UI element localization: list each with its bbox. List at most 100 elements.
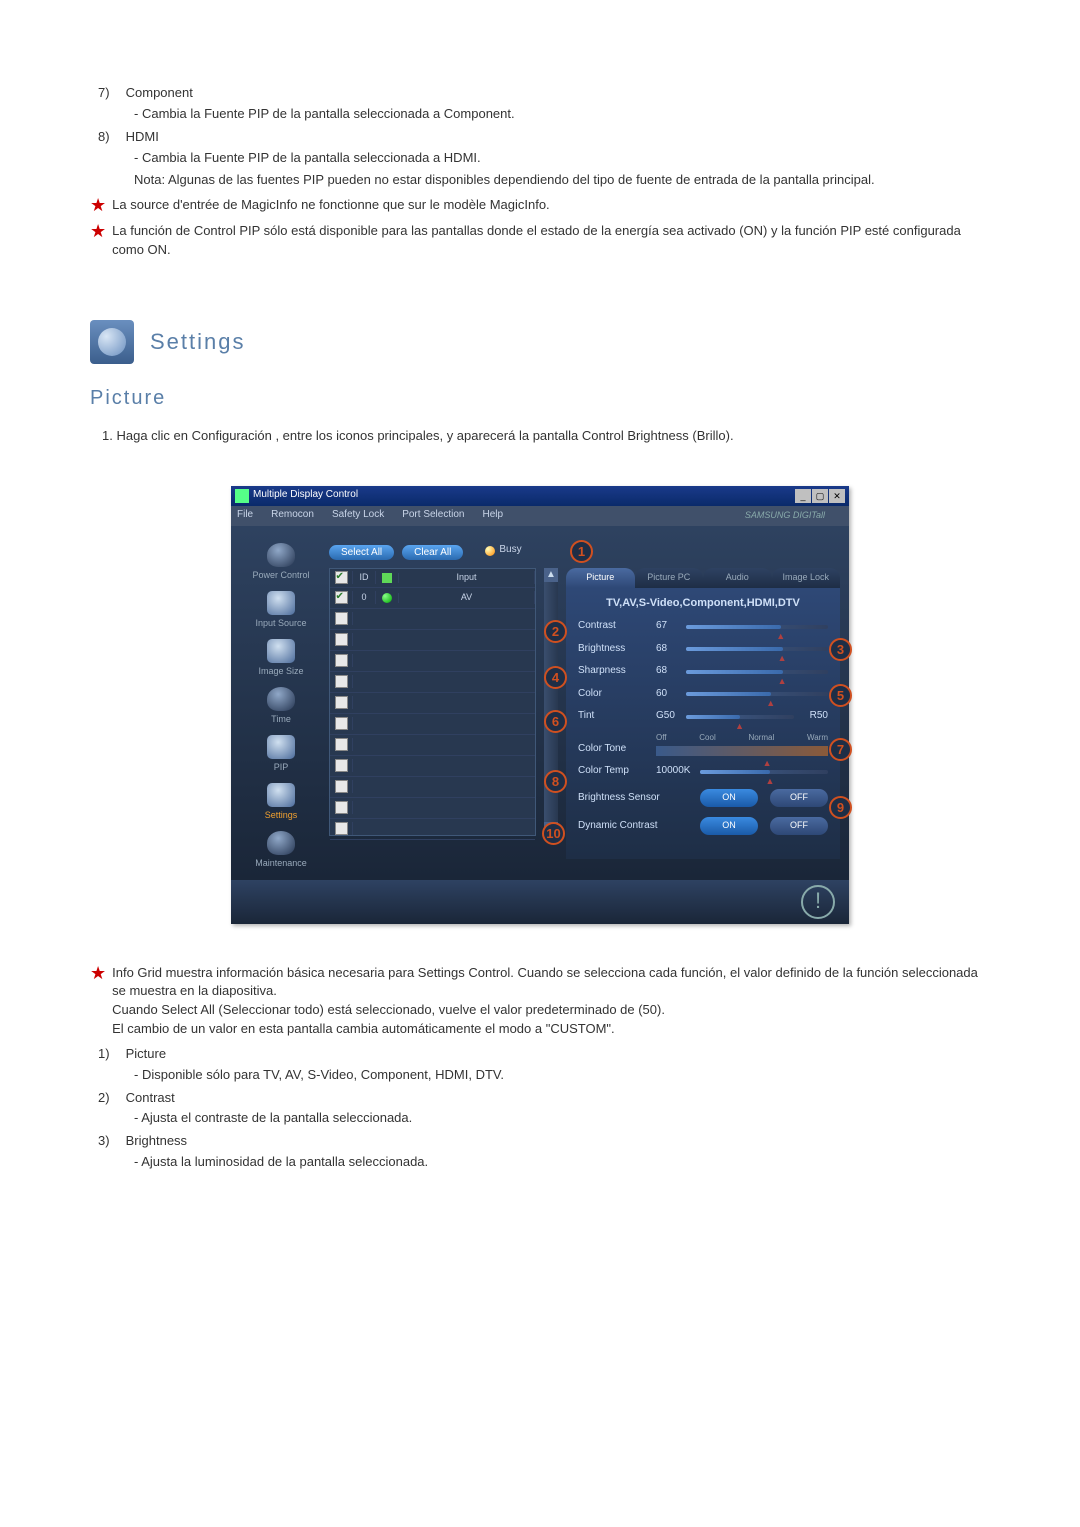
sidebar: Power Control Input Source Image Size Ti… <box>241 540 321 870</box>
scrollbar[interactable]: ▲ ▼ <box>544 568 558 836</box>
slider-value: 68 <box>656 664 686 679</box>
intro-line: 1. Haga clic en Configuración , entre lo… <box>102 427 990 446</box>
footnote-text: Info Grid muestra información básica nec… <box>112 964 990 1039</box>
status-on-icon <box>382 593 392 603</box>
checkbox[interactable] <box>335 801 348 814</box>
select-all-button[interactable]: Select All <box>329 543 394 558</box>
sidebar-item-maintenance[interactable]: Maintenance <box>241 828 321 870</box>
slider-value-left: G50 <box>656 709 686 724</box>
color-temp-slider[interactable]: Color Temp 10000K <box>578 764 828 779</box>
menu-port-selection[interactable]: Port Selection <box>402 508 464 523</box>
off-button[interactable]: OFF <box>770 789 828 807</box>
table-row[interactable] <box>330 630 535 651</box>
minimize-button[interactable]: _ <box>795 489 811 503</box>
info-icon[interactable]: ! <box>801 885 835 919</box>
tab-audio[interactable]: Audio <box>703 568 772 588</box>
on-button[interactable]: ON <box>700 817 758 835</box>
color-slider[interactable]: Color 60 <box>578 687 828 702</box>
table-row[interactable] <box>330 798 535 819</box>
item-number: 7) <box>98 84 122 103</box>
tabs: Picture Picture PC Audio Image Lock <box>566 568 840 588</box>
sidebar-item-input-source[interactable]: Input Source <box>241 588 321 630</box>
tab-picture-pc[interactable]: Picture PC <box>635 568 704 588</box>
off-button[interactable]: OFF <box>770 817 828 835</box>
tint-slider[interactable]: Tint G50 R50 <box>578 709 828 724</box>
menu-safety-lock[interactable]: Safety Lock <box>332 508 384 523</box>
busy-label: Busy <box>499 543 521 558</box>
maximize-button[interactable]: ▢ <box>812 489 828 503</box>
table-row[interactable] <box>330 651 535 672</box>
on-button[interactable]: ON <box>700 789 758 807</box>
sidebar-item-power[interactable]: Power Control <box>241 540 321 582</box>
grid-header: ID Input <box>330 569 535 588</box>
table-row[interactable] <box>330 735 535 756</box>
table-row[interactable] <box>330 609 535 630</box>
table-row[interactable] <box>330 693 535 714</box>
tab-picture[interactable]: Picture <box>566 568 635 588</box>
callout-8: 8 <box>544 770 567 793</box>
brightness-slider[interactable]: Brightness 68 <box>578 642 828 657</box>
callout-6: 6 <box>544 710 567 733</box>
color-tone-row[interactable]: Color Tone Off Cool Normal Warm <box>578 732 828 757</box>
item-desc: Disponible sólo para TV, AV, S-Video, Co… <box>134 1066 990 1085</box>
sidebar-label: Input Source <box>255 617 306 630</box>
col-input: Input <box>399 571 535 584</box>
tone-opt: Warm <box>807 732 828 744</box>
checkbox[interactable] <box>335 696 348 709</box>
checkbox[interactable] <box>335 612 348 625</box>
sidebar-item-time[interactable]: Time <box>241 684 321 726</box>
checkbox[interactable] <box>335 780 348 793</box>
sidebar-label: Image Size <box>258 665 303 678</box>
slider-value: 67 <box>656 619 686 634</box>
sidebar-label: Maintenance <box>255 857 307 870</box>
close-button[interactable]: ✕ <box>829 489 845 503</box>
sidebar-item-pip[interactable]: PIP <box>241 732 321 774</box>
note-text: Nota: Algunas de las fuentes PIP pueden … <box>134 171 990 190</box>
checkbox[interactable] <box>335 654 348 667</box>
scroll-up-button[interactable]: ▲ <box>544 568 558 582</box>
menu-help[interactable]: Help <box>482 508 503 523</box>
list-item: 1) Picture Disponible sólo para TV, AV, … <box>98 1045 990 1085</box>
intro-text: Haga clic en Configuración , entre los i… <box>116 428 733 443</box>
callout-4: 4 <box>544 666 567 689</box>
clear-all-button[interactable]: Clear All <box>402 543 463 558</box>
footnote-line: Cuando Select All (Seleccionar todo) est… <box>112 1001 990 1020</box>
footnote-line: Info Grid muestra información básica nec… <box>112 964 990 1002</box>
list-item: 2) Contrast Ajusta el contraste de la pa… <box>98 1089 990 1129</box>
section-header: Settings <box>90 320 990 364</box>
slider-value-right: R50 <box>798 709 828 724</box>
menu-remocon[interactable]: Remocon <box>271 508 314 523</box>
table-row[interactable] <box>330 777 535 798</box>
sharpness-slider[interactable]: Sharpness 68 <box>578 664 828 679</box>
slider-value: 10000K <box>656 764 700 779</box>
power-icon <box>267 543 295 567</box>
table-row[interactable]: 0 AV <box>330 588 535 609</box>
checkbox[interactable] <box>335 633 348 646</box>
tab-image-lock[interactable]: Image Lock <box>772 568 841 588</box>
sidebar-item-image-size[interactable]: Image Size <box>241 636 321 678</box>
sidebar-item-settings[interactable]: Settings <box>241 780 321 822</box>
checkbox[interactable] <box>335 675 348 688</box>
callout-5: 5 <box>829 684 852 707</box>
checkbox[interactable] <box>335 591 348 604</box>
table-row[interactable] <box>330 714 535 735</box>
star-icon: ★ <box>90 964 106 1039</box>
footnote-text: La función de Control PIP sólo está disp… <box>112 222 990 260</box>
list-item: 8) HDMI Cambia la Fuente PIP de la panta… <box>98 128 990 191</box>
menu-file[interactable]: File <box>237 508 253 523</box>
table-row[interactable] <box>330 819 535 840</box>
slider-label: Tint <box>578 709 656 724</box>
checkbox[interactable] <box>335 717 348 730</box>
table-row[interactable] <box>330 756 535 777</box>
item-label: HDMI <box>126 129 159 144</box>
checkbox[interactable] <box>335 571 348 584</box>
tone-opt: Off <box>656 732 667 744</box>
checkbox[interactable] <box>335 759 348 772</box>
pane-subtitle: TV,AV,S-Video,Component,HDMI,DTV <box>578 596 828 612</box>
checkbox[interactable] <box>335 822 348 835</box>
checkbox[interactable] <box>335 738 348 751</box>
table-row[interactable] <box>330 672 535 693</box>
item-label: Brightness <box>126 1133 187 1148</box>
contrast-slider[interactable]: Contrast 67 <box>578 619 828 634</box>
menubar: File Remocon Safety Lock Port Selection … <box>231 506 849 526</box>
